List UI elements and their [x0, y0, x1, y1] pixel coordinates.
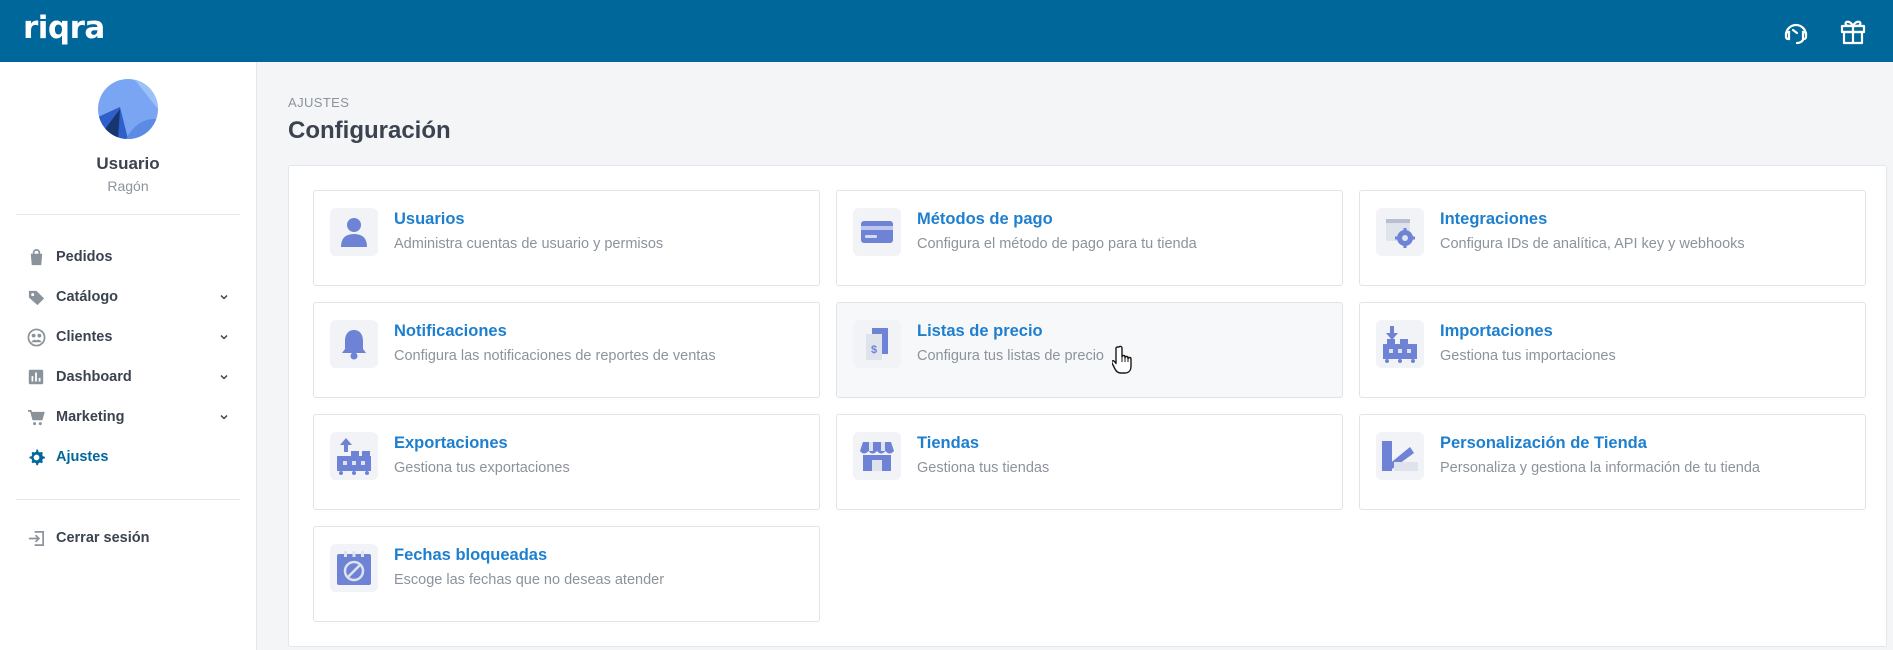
logout-icon [26, 528, 46, 548]
logout-button[interactable]: Cerrar sesión [0, 518, 256, 558]
blocked-calendar-icon [330, 544, 378, 592]
card-description: Personaliza y gestiona la información de… [1440, 460, 1760, 476]
card-description: Configura IDs de analítica, API key y we… [1440, 236, 1745, 252]
chevron-down-icon[interactable] [218, 371, 230, 383]
settings-card-integraciones[interactable]: Integraciones Configura IDs de analítica… [1359, 190, 1866, 286]
sidebar-item-ajustes[interactable]: Ajustes [0, 437, 256, 477]
card-title: Listas de precio [917, 322, 1043, 340]
import-icon [1376, 320, 1424, 368]
settings-card-fechas-bloqueadas[interactable]: Fechas bloqueadas Escoge las fechas que … [313, 526, 820, 622]
page-title: Configuración [288, 117, 451, 144]
bell-icon [330, 320, 378, 368]
card-description: Escoge las fechas que no deseas atender [394, 572, 665, 588]
export-icon [330, 432, 378, 480]
card-title: Métodos de pago [917, 210, 1053, 228]
sidebar-item-dashboard[interactable]: Dashboard [0, 357, 256, 397]
sidebar-item-label: Pedidos [56, 249, 113, 265]
settings-panel: Usuarios Administra cuentas de usuario y… [288, 165, 1887, 647]
card-description: Gestiona tus exportaciones [394, 460, 570, 476]
integration-gear-icon [1376, 208, 1424, 256]
card-title: Tiendas [917, 434, 980, 452]
tag-icon [26, 287, 46, 307]
chevron-down-icon[interactable] [218, 291, 230, 303]
sidebar-item-label: Catálogo [56, 289, 119, 305]
card-description: Administra cuentas de usuario y permisos [394, 236, 664, 252]
avatar[interactable] [98, 79, 158, 139]
sidebar-item-pedidos[interactable]: Pedidos [0, 237, 256, 277]
settings-card-usuarios[interactable]: Usuarios Administra cuentas de usuario y… [313, 190, 820, 286]
sidebar-item-label: Clientes [56, 329, 113, 345]
sidebar-item-label: Ajustes [56, 449, 109, 465]
card-title: Integraciones [1440, 210, 1548, 228]
card-title: Usuarios [394, 210, 465, 228]
headset-icon[interactable] [1780, 15, 1812, 47]
settings-grid: Usuarios Administra cuentas de usuario y… [313, 190, 1866, 622]
sidebar-nav: Pedidos Catálogo Clientes Dashboard Mark… [0, 215, 256, 477]
sidebar-item-catalogo[interactable]: Catálogo [0, 277, 256, 317]
customize-icon [1376, 432, 1424, 480]
breadcrumb[interactable]: AJUSTES [288, 95, 1888, 110]
top-actions [1780, 15, 1869, 47]
app-logo[interactable]: riqra [23, 12, 105, 44]
user-icon [330, 208, 378, 256]
settings-card-exportaciones[interactable]: Exportaciones Gestiona tus exportaciones [313, 414, 820, 510]
card-title: Fechas bloqueadas [394, 546, 548, 564]
chart-icon [26, 367, 46, 387]
main-content: AJUSTES Configuración Usuarios Administr… [288, 62, 1888, 647]
card-description: Gestiona tus tiendas [917, 460, 1050, 476]
sidebar-item-clientes[interactable]: Clientes [0, 317, 256, 357]
price-list-icon: $ [853, 320, 901, 368]
store-icon [853, 432, 901, 480]
user-profile: Usuario Ragón [0, 62, 256, 194]
sidebar-item-marketing[interactable]: Marketing [0, 397, 256, 437]
users-icon [26, 327, 46, 347]
sidebar: Usuario Ragón Pedidos Catálogo Clientes [0, 62, 257, 650]
settings-card-listas-de-precio[interactable]: $ Listas de precio Configura tus listas … [836, 302, 1343, 398]
bag-icon [26, 247, 46, 267]
card-description: Configura el método de pago para tu tien… [917, 236, 1197, 252]
card-title: Personalización de Tienda [1440, 434, 1647, 452]
svg-text:$: $ [871, 344, 877, 356]
cart-icon [26, 407, 46, 427]
settings-card-metodos-de-pago[interactable]: Métodos de pago Configura el método de p… [836, 190, 1343, 286]
card-description: Configura las notificaciones de reportes… [394, 348, 716, 364]
logout-label: Cerrar sesión [56, 530, 150, 546]
settings-card-importaciones[interactable]: Importaciones Gestiona tus importaciones [1359, 302, 1866, 398]
gear-icon [26, 447, 46, 467]
user-name: Usuario [96, 154, 160, 173]
chevron-down-icon[interactable] [218, 331, 230, 343]
card-description: Configura tus listas de precio [917, 348, 1104, 364]
card-title: Exportaciones [394, 434, 508, 452]
user-company: Ragón [107, 178, 149, 194]
sidebar-divider [16, 499, 240, 500]
card-title: Importaciones [1440, 322, 1553, 340]
sidebar-item-label: Marketing [56, 409, 125, 425]
sidebar-item-label: Dashboard [56, 369, 132, 385]
chevron-down-icon[interactable] [218, 411, 230, 423]
gift-icon[interactable] [1837, 15, 1869, 47]
credit-card-icon [853, 208, 901, 256]
card-title: Notificaciones [394, 322, 507, 340]
settings-card-personalizacion[interactable]: Personalización de Tienda Personaliza y … [1359, 414, 1866, 510]
settings-card-tiendas[interactable]: Tiendas Gestiona tus tiendas [836, 414, 1343, 510]
settings-card-notificaciones[interactable]: Notificaciones Configura las notificacio… [313, 302, 820, 398]
card-description: Gestiona tus importaciones [1440, 348, 1616, 364]
top-bar: riqra [0, 0, 1893, 62]
